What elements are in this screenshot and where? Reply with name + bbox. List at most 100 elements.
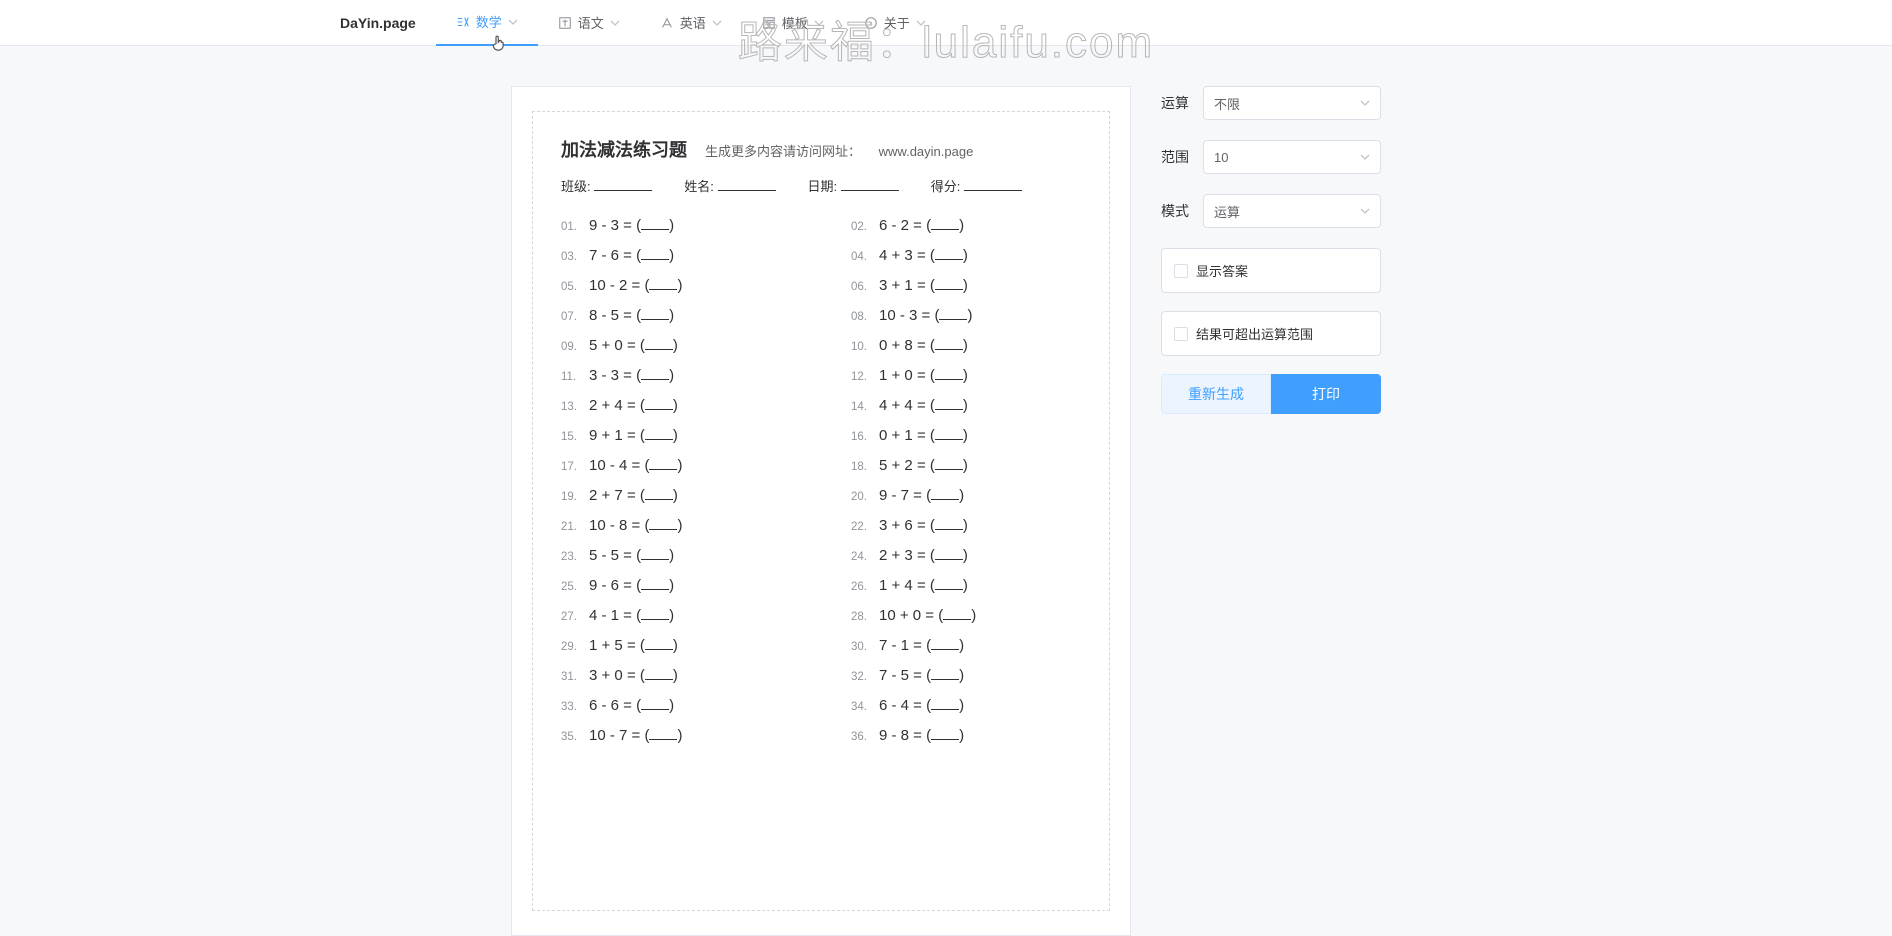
problem-row: 32.7 - 5 = () — [851, 667, 1081, 684]
operation-label: 运算 — [1161, 93, 1191, 113]
nav-item-about[interactable]: 关于 — [844, 0, 946, 46]
problem-index: 34. — [851, 701, 869, 713]
nav-label: 英语 — [680, 13, 706, 32]
show-answers-card[interactable]: 显示答案 — [1161, 248, 1381, 293]
chevron-down-icon — [1360, 152, 1370, 162]
problem-index: 20. — [851, 491, 869, 503]
problem-row: 02. 6 - 2 = () — [851, 217, 1081, 234]
checkbox-icon[interactable] — [1174, 264, 1188, 278]
nav-item-math[interactable]: 数学 — [436, 0, 538, 46]
problem-expression: 9 - 3 = () — [589, 217, 674, 234]
problem-expression: 2 + 7 = () — [589, 487, 678, 504]
nav-label: 语文 — [578, 13, 604, 32]
problem-expression: 10 - 7 = () — [589, 727, 682, 744]
overflow-range-card[interactable]: 结果可超出运算范围 — [1161, 311, 1381, 356]
problem-index: 05. — [561, 281, 579, 293]
worksheet-title: 加法减法练习题 — [561, 136, 687, 162]
problem-row: 13. 2 + 4 = () — [561, 397, 791, 414]
problem-row: 34. 6 - 4 = () — [851, 697, 1081, 714]
problem-index: 21. — [561, 521, 579, 533]
range-select[interactable]: 10 — [1203, 140, 1381, 174]
problem-index: 01. — [561, 221, 579, 233]
problem-expression: 10 - 2 = () — [589, 277, 682, 294]
problem-index: 26. — [851, 581, 869, 593]
problem-index: 28. — [851, 611, 869, 623]
problem-expression: 10 - 3 = () — [879, 307, 972, 324]
problem-row: 25.9 - 6 = () — [561, 577, 791, 594]
problem-expression: 9 - 7 = () — [879, 487, 964, 504]
problem-row: 05. 10 - 2 = () — [561, 277, 791, 294]
problem-row: 30.7 - 1 = () — [851, 637, 1081, 654]
problem-row: 08.10 - 3 = () — [851, 307, 1081, 324]
nav-item-chinese[interactable]: 语文 — [538, 0, 640, 46]
regenerate-button[interactable]: 重新生成 — [1161, 374, 1271, 414]
problem-index: 16. — [851, 431, 869, 443]
problem-expression: 10 - 4 = () — [589, 457, 682, 474]
problem-row: 23. 5 - 5 = () — [561, 547, 791, 564]
worksheet-paper: 加法减法练习题 生成更多内容请访问网址： www.dayin.page 班级: … — [532, 111, 1110, 911]
logo[interactable]: DaYin.page — [340, 15, 416, 31]
nav-label: 数学 — [476, 12, 502, 31]
header: DaYin.page 数学 语文 英语 模板 关于 — [0, 0, 1892, 46]
chevron-down-icon — [1360, 206, 1370, 216]
problem-row: 27.4 - 1 = () — [561, 607, 791, 624]
problem-expression: 6 - 6 = () — [589, 697, 674, 714]
problem-index: 29. — [561, 641, 579, 653]
chevron-down-icon — [508, 17, 518, 27]
problem-row: 07.8 - 5 = () — [561, 307, 791, 324]
operation-select[interactable]: 不限 — [1203, 86, 1381, 120]
problem-row: 16.0 + 1 = () — [851, 427, 1081, 444]
problem-row: 31.3 + 0 = () — [561, 667, 791, 684]
problem-row: 36.9 - 8 = () — [851, 727, 1081, 744]
problem-expression: 5 - 5 = () — [589, 547, 674, 564]
problem-row: 01. 9 - 3 = () — [561, 217, 791, 234]
problem-index: 35. — [561, 731, 579, 743]
english-icon — [660, 16, 674, 30]
nav-label: 模板 — [782, 13, 808, 32]
problem-expression: 1 + 5 = () — [589, 637, 678, 654]
problem-expression: 7 - 5 = () — [879, 667, 964, 684]
problem-row: 14.4 + 4 = () — [851, 397, 1081, 414]
problem-expression: 4 + 4 = () — [879, 397, 968, 414]
problem-index: 06. — [851, 281, 869, 293]
print-button[interactable]: 打印 — [1271, 374, 1381, 414]
student-fields: 班级: 姓名: 日期: 得分: — [561, 176, 1081, 195]
problem-row: 09.5 + 0 = () — [561, 337, 791, 354]
math-icon — [456, 15, 470, 29]
problem-index: 19. — [561, 491, 579, 503]
problem-index: 12. — [851, 371, 869, 383]
problem-index: 23. — [561, 551, 579, 563]
problem-row: 06.3 + 1 = () — [851, 277, 1081, 294]
problem-expression: 6 - 4 = () — [879, 697, 964, 714]
problem-row: 24.2 + 3 = () — [851, 547, 1081, 564]
nav: 数学 语文 英语 模板 关于 — [436, 0, 946, 46]
problem-index: 13. — [561, 401, 579, 413]
mode-select[interactable]: 运算 — [1203, 194, 1381, 228]
problem-index: 15. — [561, 431, 579, 443]
chinese-icon — [558, 16, 572, 30]
problem-expression: 2 + 4 = () — [589, 397, 678, 414]
problem-index: 18. — [851, 461, 869, 473]
problem-index: 04. — [851, 251, 869, 263]
problem-row: 03.7 - 6 = () — [561, 247, 791, 264]
about-icon — [864, 16, 878, 30]
problem-expression: 5 + 2 = () — [879, 457, 968, 474]
nav-item-english[interactable]: 英语 — [640, 0, 742, 46]
problem-expression: 6 - 2 = () — [879, 217, 964, 234]
nav-item-template[interactable]: 模板 — [742, 0, 844, 46]
problem-row: 12.1 + 0 = () — [851, 367, 1081, 384]
problem-expression: 4 + 3 = () — [879, 247, 968, 264]
problem-row: 20. 9 - 7 = () — [851, 487, 1081, 504]
problem-index: 10. — [851, 341, 869, 353]
problem-expression: 10 - 8 = () — [589, 517, 682, 534]
problem-expression: 9 - 6 = () — [589, 577, 674, 594]
problem-index: 02. — [851, 221, 869, 233]
problem-row: 22.3 + 6 = () — [851, 517, 1081, 534]
problem-expression: 3 + 6 = () — [879, 517, 968, 534]
checkbox-icon[interactable] — [1174, 327, 1188, 341]
problem-expression: 7 - 6 = () — [589, 247, 674, 264]
problem-index: 17. — [561, 461, 579, 473]
problem-index: 30. — [851, 641, 869, 653]
paper-container: 加法减法练习题 生成更多内容请访问网址： www.dayin.page 班级: … — [511, 86, 1131, 936]
chevron-down-icon — [1360, 98, 1370, 108]
